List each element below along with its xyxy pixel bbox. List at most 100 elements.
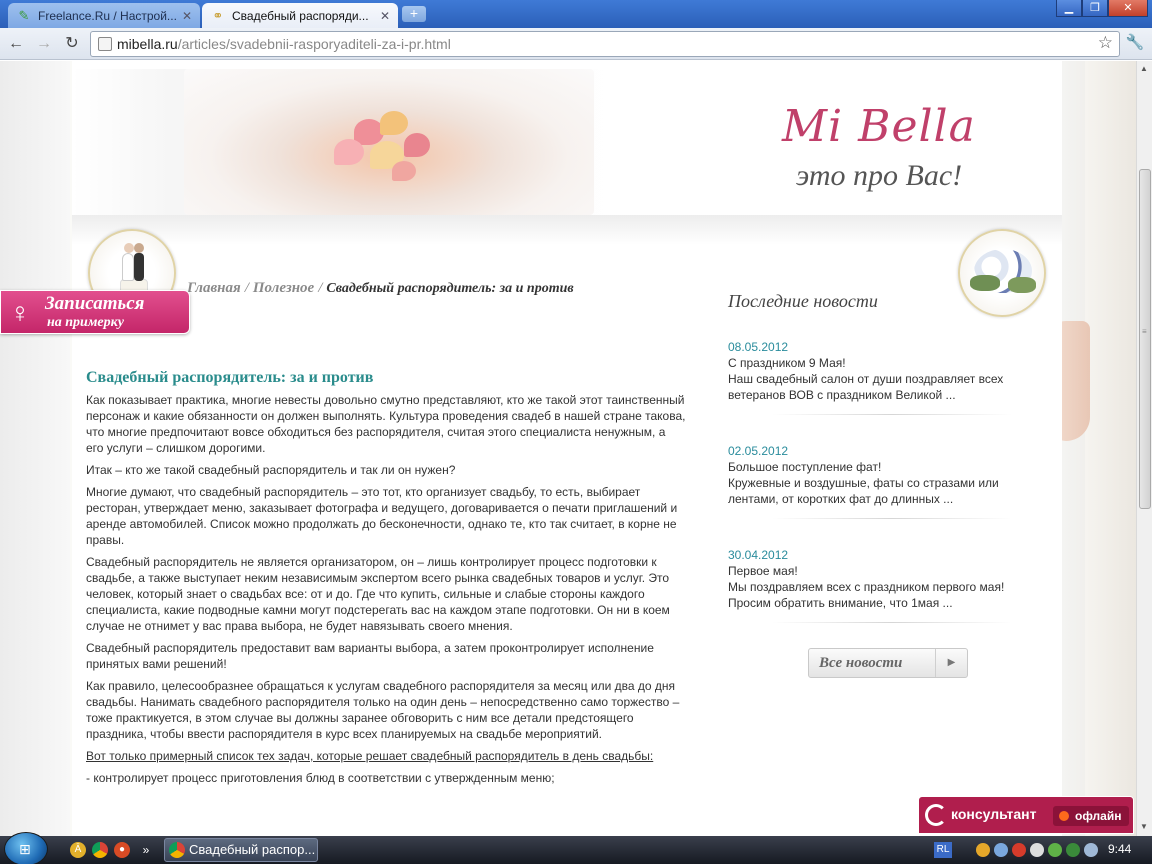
news-title[interactable]: Первое мая! bbox=[728, 563, 1028, 579]
quicklaunch-more-icon[interactable]: » bbox=[138, 842, 154, 858]
tab-freelance[interactable]: ✎ Freelance.Ru / Настрой... ✕ bbox=[8, 3, 200, 28]
wrench-icon[interactable]: 🔧 bbox=[1124, 32, 1146, 54]
url-text[interactable]: mibella.ru/articles/svadebnii-rasporyadi… bbox=[117, 36, 451, 52]
news-excerpt: Кружевные и воздушные, фаты со стразами … bbox=[728, 476, 999, 506]
breadcrumb-separator: / bbox=[244, 280, 249, 296]
address-bar[interactable]: mibella.ru/articles/svadebnii-rasporyadi… bbox=[90, 31, 1120, 57]
language-indicator[interactable]: RL bbox=[934, 842, 952, 858]
article-list-intro: Вот только примерный список тех задач, к… bbox=[86, 749, 654, 763]
chrome-quicklaunch-icon[interactable] bbox=[92, 842, 108, 858]
article-title: Свадебный распорядитель: за и против bbox=[86, 369, 374, 386]
scroll-down-icon[interactable]: ▼ bbox=[1140, 822, 1148, 831]
tray-app-icon[interactable] bbox=[1066, 843, 1080, 857]
news-item[interactable]: 02.05.2012 Большое поступление фат! Круж… bbox=[728, 443, 1028, 507]
scroll-grip-icon: ≡ bbox=[1142, 327, 1147, 336]
header-shadow bbox=[72, 215, 1062, 245]
news-excerpt: Мы поздравляем всех с праздником первого… bbox=[728, 580, 1005, 610]
news-title[interactable]: С праздником 9 Мая! bbox=[728, 355, 1028, 371]
tray-app-icon[interactable] bbox=[976, 843, 990, 857]
article-paragraph: Как показывает практика, многие невесты … bbox=[86, 393, 686, 455]
news-date: 02.05.2012 bbox=[728, 444, 789, 458]
tab-label: Свадебный распоряди... bbox=[232, 8, 369, 23]
quicklaunch-app-icon[interactable]: ● bbox=[114, 842, 130, 858]
news-divider bbox=[772, 622, 1012, 623]
news-title[interactable]: Большое поступление фат! bbox=[728, 459, 1028, 475]
browser-toolbar: ← → ↻ mibella.ru/articles/svadebnii-rasp… bbox=[0, 28, 1152, 60]
rings-favicon-icon: ⚭ bbox=[212, 7, 224, 23]
quicklaunch-app-icon[interactable]: Ā bbox=[70, 842, 86, 858]
site-logo[interactable]: Mi Bella bbox=[782, 101, 976, 152]
consultant-status-badge: офлайн bbox=[1053, 806, 1129, 826]
background-left bbox=[0, 61, 70, 836]
bookmark-star-icon[interactable]: ☆ bbox=[1098, 33, 1113, 53]
consultant-label: консультант bbox=[951, 806, 1037, 822]
article-paragraph: Многие думают, что свадебный распорядите… bbox=[86, 485, 678, 547]
news-item[interactable]: 30.04.2012 Первое мая! Мы поздравляем вс… bbox=[728, 547, 1028, 611]
breadcrumb: Главная / Полезное / Свадебный распорядитель… bbox=[187, 280, 574, 297]
reload-icon[interactable]: ↻ bbox=[60, 32, 84, 56]
volume-icon[interactable] bbox=[1030, 843, 1044, 857]
tray-app-icon[interactable] bbox=[1012, 843, 1026, 857]
news-divider bbox=[772, 414, 1012, 415]
browser-titlebar: ✎ Freelance.Ru / Настрой... ✕ ⚭ Свадебны… bbox=[0, 0, 1152, 28]
breadcrumb-separator: / bbox=[318, 280, 323, 296]
windows-taskbar: ⊞ Ā ● » Свадебный распор... RL 9:44 bbox=[0, 832, 1152, 864]
tray-app-icon[interactable] bbox=[1048, 843, 1062, 857]
news-item[interactable]: 08.05.2012 С праздником 9 Мая! Наш сваде… bbox=[728, 339, 1028, 403]
bride-gown-decoration bbox=[1085, 61, 1136, 836]
site-tagline: это про Вас! bbox=[796, 159, 963, 192]
news-divider bbox=[772, 518, 1012, 519]
start-button[interactable]: ⊞ bbox=[4, 832, 48, 864]
tab-label: Freelance.Ru / Настрой... bbox=[38, 8, 176, 23]
play-arrow-icon: ▶ bbox=[935, 649, 967, 677]
taskbar-window-label: Свадебный распор... bbox=[189, 842, 316, 857]
windows-logo-icon: ⊞ bbox=[19, 841, 31, 857]
scroll-thumb[interactable]: ≡ bbox=[1139, 169, 1151, 509]
tab-mibella[interactable]: ⚭ Свадебный распоряди... ✕ bbox=[202, 3, 398, 28]
forward-arrow-icon[interactable]: → bbox=[32, 32, 56, 56]
all-news-button[interactable]: Все новости ▶ bbox=[808, 648, 968, 678]
url-path: /articles/svadebnii-rasporyaditeli-za-i-… bbox=[177, 36, 451, 52]
system-clock[interactable]: 9:44 bbox=[1108, 842, 1131, 856]
tab-close-icon[interactable]: ✕ bbox=[182, 9, 192, 23]
status-dot-icon bbox=[1059, 811, 1069, 821]
chrome-icon bbox=[169, 842, 185, 858]
url-host: mibella.ru bbox=[117, 36, 178, 52]
vertical-scrollbar[interactable]: ▲ ≡ ▼ bbox=[1136, 61, 1152, 836]
header-banner: Mi Bella это про Вас! bbox=[72, 69, 1062, 215]
news-heading: Последние новости bbox=[728, 291, 878, 311]
signup-fitting-button[interactable]: ♀ Записаться на примерку bbox=[0, 290, 190, 334]
article-paragraph: Свадебный распорядитель предоставит вам … bbox=[86, 641, 654, 671]
page-icon bbox=[98, 37, 112, 51]
consultant-widget[interactable]: консультант офлайн bbox=[918, 796, 1134, 834]
minimize-icon[interactable]: ▁ bbox=[1056, 0, 1082, 17]
taskbar-chrome-window[interactable]: Свадебный распор... bbox=[164, 838, 318, 862]
tray-app-icon[interactable] bbox=[1084, 843, 1098, 857]
consultant-logo-icon bbox=[925, 804, 947, 826]
tab-close-icon[interactable]: ✕ bbox=[380, 9, 390, 23]
news-excerpt: Наш свадебный салон от души поздравляет … bbox=[728, 372, 1004, 402]
bouquet-medallion bbox=[958, 229, 1046, 317]
page-viewport: Mi Bella это про Вас! Главная / Полезное / С… bbox=[0, 61, 1136, 836]
maximize-icon[interactable]: ❐ bbox=[1082, 0, 1108, 17]
scroll-up-icon[interactable]: ▲ bbox=[1140, 64, 1148, 73]
page-container: Mi Bella это про Вас! Главная / Полезное / С… bbox=[72, 61, 1062, 836]
news-date: 08.05.2012 bbox=[728, 340, 789, 354]
back-arrow-icon[interactable]: ← bbox=[4, 32, 28, 56]
network-icon[interactable] bbox=[994, 843, 1008, 857]
article-paragraph: Как правило, целесообразнее обращаться к… bbox=[86, 679, 680, 741]
article-list-item: - контролирует процесс приготовления блю… bbox=[86, 771, 555, 785]
hands-with-petals-image bbox=[184, 69, 594, 215]
article-paragraph: Свадебный распорядитель не является орга… bbox=[86, 555, 670, 633]
breadcrumb-home-link[interactable]: Главная bbox=[187, 280, 241, 296]
close-window-icon[interactable]: ✕ bbox=[1108, 0, 1148, 17]
article-paragraph: Итак – кто же такой свадебный распорядит… bbox=[86, 463, 456, 477]
freelance-favicon-icon: ✎ bbox=[18, 7, 30, 23]
new-tab-button[interactable]: + bbox=[402, 6, 426, 22]
consultant-status: офлайн bbox=[1075, 809, 1122, 823]
article-body: Как показывает практика, многие невесты … bbox=[86, 392, 686, 792]
breadcrumb-section-link[interactable]: Полезное bbox=[253, 280, 314, 296]
news-date: 30.04.2012 bbox=[728, 548, 789, 562]
all-news-label: Все новости bbox=[819, 655, 903, 671]
signup-line2: на примерку bbox=[47, 315, 124, 330]
